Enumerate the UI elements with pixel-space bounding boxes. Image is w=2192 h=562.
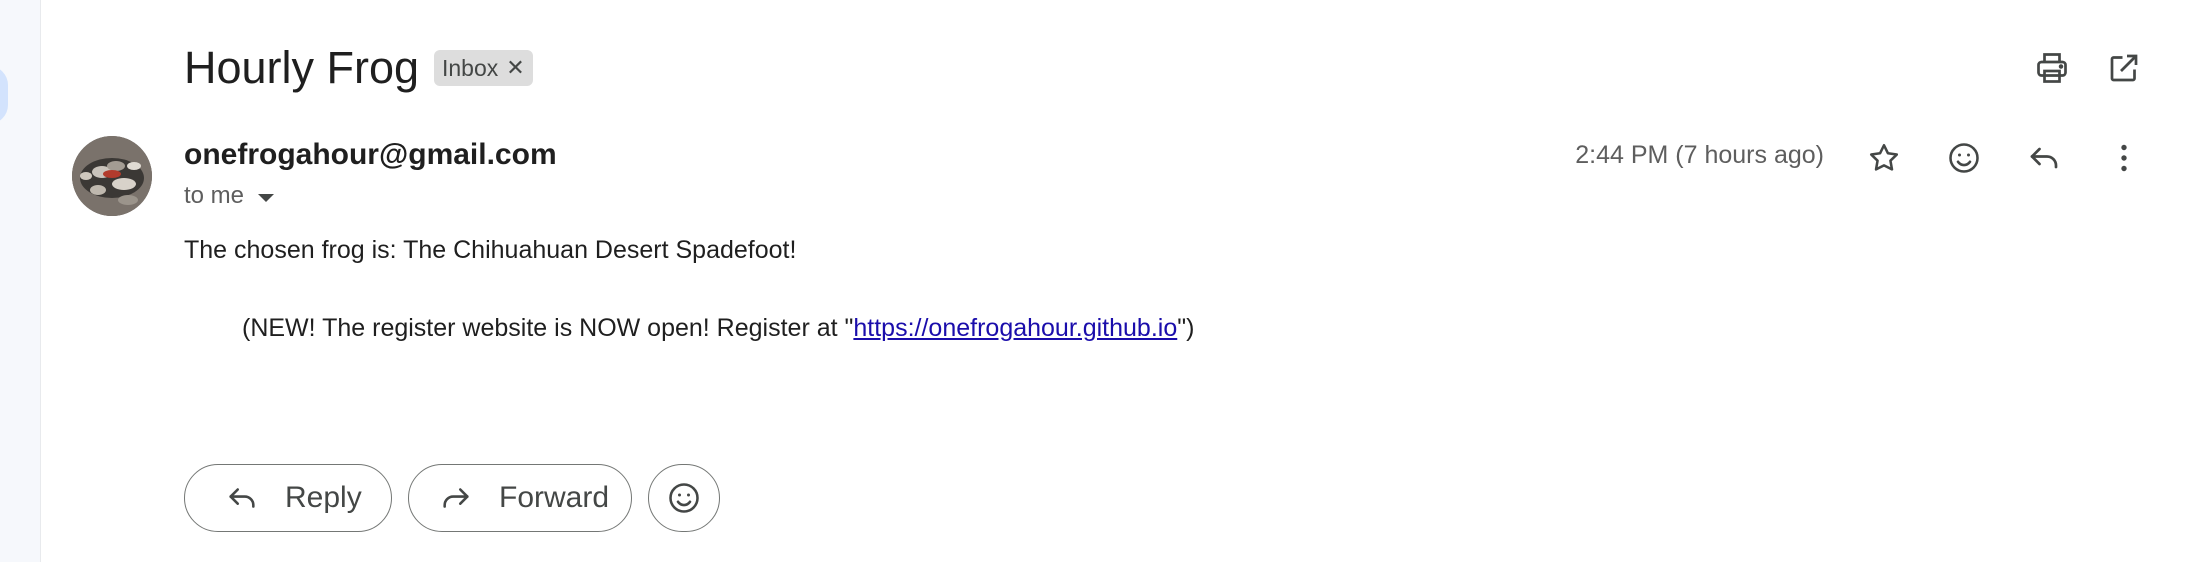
print-button[interactable] bbox=[2024, 40, 2080, 96]
forward-button[interactable]: Forward bbox=[408, 464, 632, 532]
sender-email: onefrogahour@gmail.com bbox=[184, 138, 557, 171]
reply-icon bbox=[2030, 147, 2058, 169]
left-navigation-rail bbox=[0, 0, 41, 562]
reply-icon bbox=[229, 488, 255, 508]
close-icon[interactable]: ✕ bbox=[506, 55, 524, 81]
register-text-prefix: (NEW! The register website is NOW open! … bbox=[242, 314, 854, 342]
register-text-suffix: ") bbox=[1177, 314, 1195, 342]
message-timestamp: 2:44 PM (7 hours ago) bbox=[1575, 141, 1824, 169]
sender-avatar[interactable] bbox=[72, 136, 152, 216]
more-options-button[interactable] bbox=[2096, 130, 2152, 186]
emoji-reaction-icon bbox=[669, 483, 699, 513]
emoji-reaction-icon bbox=[1949, 143, 1979, 173]
forward-button-label: Forward bbox=[499, 481, 610, 514]
recipients-summary[interactable]: to me bbox=[184, 182, 275, 210]
message-body-line: The chosen frog is: The Chihuahuan Deser… bbox=[184, 236, 797, 264]
reply-icon-button[interactable] bbox=[2016, 130, 2072, 186]
more-options-icon bbox=[2121, 144, 2127, 172]
reply-button-label: Reply bbox=[285, 481, 362, 514]
frog-avatar-image bbox=[72, 136, 152, 216]
compose-indicator[interactable] bbox=[0, 66, 8, 124]
print-icon bbox=[2037, 53, 2067, 83]
add-reaction-button[interactable] bbox=[1936, 130, 1992, 186]
chevron-down-icon[interactable] bbox=[258, 193, 275, 202]
email-subject: Hourly Frog bbox=[184, 42, 420, 93]
open-in-new-window-button[interactable] bbox=[2096, 40, 2152, 96]
recipients-label: to me bbox=[184, 182, 245, 209]
star-button[interactable] bbox=[1856, 130, 1912, 186]
message-body-register-line: (NEW! The register website is NOW open! … bbox=[242, 314, 1194, 343]
reply-button[interactable]: Reply bbox=[184, 464, 392, 532]
star-icon bbox=[1869, 143, 1899, 171]
forward-icon bbox=[443, 488, 469, 508]
emoji-reaction-button[interactable] bbox=[648, 464, 720, 532]
open-in-new-window-icon bbox=[2110, 54, 2138, 82]
label-chip-inbox[interactable]: Inbox ✕ bbox=[434, 50, 533, 86]
label-chip-text: Inbox bbox=[442, 54, 499, 81]
register-website-link[interactable]: https://onefrogahour.github.io bbox=[853, 314, 1177, 342]
